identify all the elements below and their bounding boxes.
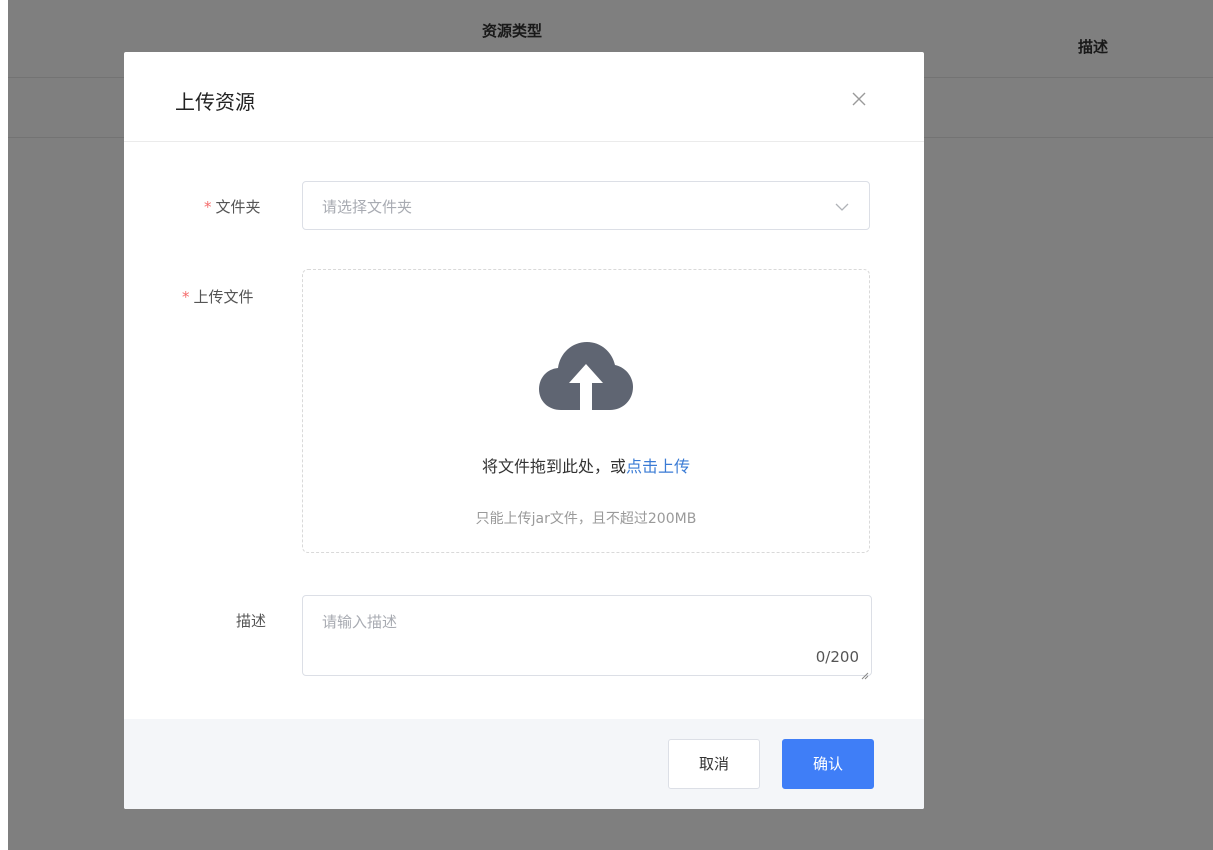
cancel-button[interactable]: 取消 <box>668 739 760 789</box>
required-mark: * <box>204 198 212 216</box>
upload-instruction: 将文件拖到此处，或点击上传 <box>303 453 869 477</box>
folder-label: * 文件夹 <box>204 196 261 217</box>
confirm-button[interactable]: 确认 <box>782 739 874 789</box>
upload-dropzone[interactable]: 将文件拖到此处，或点击上传 只能上传jar文件，且不超过200MB <box>302 269 870 553</box>
character-count: 0/200 <box>815 648 859 666</box>
resize-handle-icon[interactable] <box>861 665 869 680</box>
upload-drag-text: 将文件拖到此处，或 <box>481 457 626 476</box>
upload-label: * 上传文件 <box>182 286 254 307</box>
close-icon[interactable] <box>848 88 870 110</box>
upload-label-text: 上传文件 <box>193 288 254 306</box>
click-upload-link[interactable]: 点击上传 <box>626 457 690 476</box>
chevron-down-icon <box>833 198 851 216</box>
upload-resource-dialog: 上传资源 * 文件夹 请选择文件夹 * 上传文件 将文件拖到此处，或点击上传 只… <box>124 52 924 809</box>
description-label: 描述 <box>236 612 267 630</box>
dialog-header: 上传资源 <box>124 52 924 142</box>
folder-select-placeholder: 请选择文件夹 <box>322 198 413 216</box>
cloud-upload-icon <box>539 340 633 412</box>
required-mark: * <box>182 288 190 306</box>
upload-tip: 只能上传jar文件，且不超过200MB <box>475 511 697 527</box>
folder-label-text: 文件夹 <box>215 198 261 216</box>
description-textarea[interactable]: 请输入描述 0/200 <box>302 595 872 680</box>
description-placeholder: 请输入描述 <box>322 613 398 631</box>
folder-select[interactable]: 请选择文件夹 <box>302 181 870 230</box>
dialog-title: 上传资源 <box>175 90 255 114</box>
dialog-footer: 取消 确认 <box>124 719 924 809</box>
